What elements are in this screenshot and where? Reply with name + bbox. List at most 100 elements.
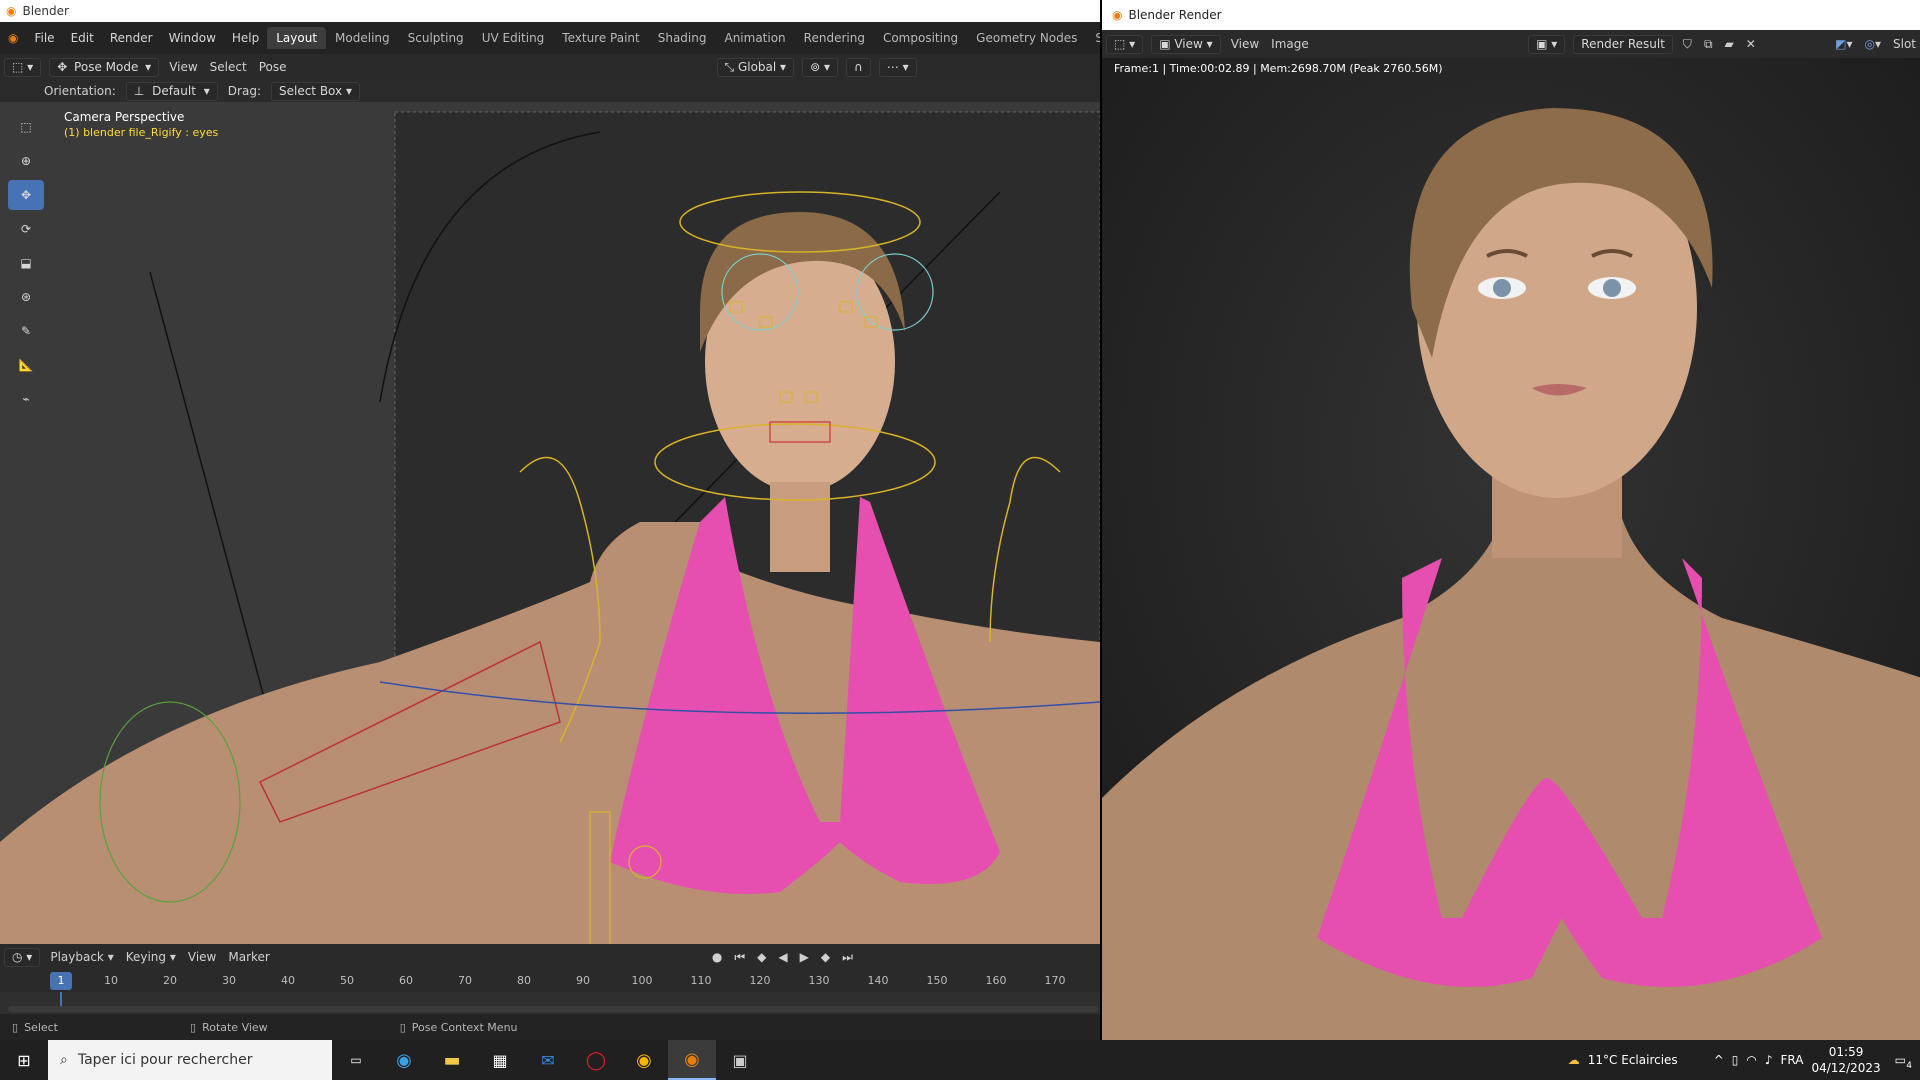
menu-help[interactable]: Help [224, 31, 267, 45]
blender-taskbar-button[interactable]: ◉ [668, 1040, 716, 1080]
playback-menu[interactable]: Playback ▾ [44, 950, 119, 964]
jump-end-icon: ⏭ [842, 949, 853, 964]
tab-animation[interactable]: Animation [715, 27, 794, 49]
cursor-tool[interactable]: ⊕ [8, 146, 44, 176]
marker-menu[interactable]: Marker [222, 950, 275, 964]
scale-tool[interactable]: ⬓ [8, 248, 44, 278]
jump-start-button[interactable]: ⏮ [728, 950, 751, 965]
scopes-button[interactable]: ◩▾ [1829, 37, 1858, 51]
unlink-image-button[interactable]: ✕ [1740, 37, 1762, 51]
tab-compositing[interactable]: Compositing [874, 27, 967, 49]
timeline-editor-type[interactable]: ◷ ▾ [4, 947, 41, 967]
menu-window[interactable]: Window [161, 31, 224, 45]
image-editor-type[interactable]: ⬚ ▾ [1106, 34, 1144, 54]
keying-menu[interactable]: Keying ▾ [120, 950, 182, 964]
chrome-button[interactable]: ◉ [620, 1040, 668, 1080]
file-explorer-button[interactable]: ▬ [428, 1040, 476, 1080]
menu-view[interactable]: View [163, 60, 203, 74]
snap-options-dropdown[interactable]: ⋯ ▾ [878, 57, 917, 77]
app-taskbar-button[interactable]: ▣ [716, 1040, 764, 1080]
status-context: ▯ Pose Context Menu [388, 1021, 518, 1034]
notifications-button[interactable]: ▭ 4 [1889, 1053, 1912, 1071]
opera-button[interactable]: ◯ [572, 1040, 620, 1080]
play-button[interactable]: ▶ [794, 950, 815, 964]
image-mode-dropdown[interactable]: ▣ View ▾ [1151, 34, 1221, 54]
blender-main-window: ◉ Blender ◉ File Edit Render Window Help… [0, 0, 1177, 1040]
render-result-image[interactable]: Frame:1 | Time:00:02.89 | Mem:2698.70M (… [1102, 58, 1920, 1040]
menu-render[interactable]: Render [102, 31, 161, 45]
record-button[interactable]: ● [706, 950, 728, 964]
weather-text[interactable]: 11°C Eclaircies [1588, 1053, 1678, 1067]
tab-layout[interactable]: Layout [267, 27, 327, 49]
language-indicator[interactable]: FRA [1781, 1053, 1804, 1067]
menu-image[interactable]: Image [1265, 37, 1315, 51]
tab-sculpting[interactable]: Sculpting [399, 27, 473, 49]
new-image-button[interactable]: ⧉ [1698, 37, 1719, 52]
tab-shading[interactable]: Shading [649, 27, 716, 49]
timeline[interactable]: 1 10 20 30 40 50 60 70 80 90 100 110 120… [0, 970, 1100, 1014]
tab-rendering[interactable]: Rendering [795, 27, 874, 49]
playhead-line [60, 992, 62, 1006]
menu-view[interactable]: View [1225, 37, 1265, 51]
menu-pose[interactable]: Pose [253, 60, 293, 74]
tab-uv-editing[interactable]: UV Editing [473, 27, 554, 49]
folder-icon: ▬ [443, 1049, 461, 1071]
task-view-button[interactable]: ▭ [332, 1040, 380, 1080]
transform-tool[interactable]: ⊛ [8, 282, 44, 312]
select-box-tool[interactable]: ⬚ [8, 112, 44, 142]
jump-end-button[interactable]: ⏭ [836, 950, 859, 965]
tab-modeling[interactable]: Modeling [326, 27, 399, 49]
frame-ruler[interactable]: 1 10 20 30 40 50 60 70 80 90 100 110 120… [0, 970, 1100, 992]
chevron-up-icon[interactable]: ^ [1714, 1053, 1724, 1067]
image-browse-dropdown[interactable]: ▣ ▾ [1528, 34, 1566, 54]
frame-tick: 120 [749, 974, 771, 987]
menu-select[interactable]: Select [204, 60, 253, 74]
overlay-button[interactable]: ◎▾ [1858, 37, 1887, 51]
annotate-tool[interactable]: ✎ [8, 316, 44, 346]
mail-button[interactable]: ✉ [524, 1040, 572, 1080]
slot-label[interactable]: Slot [1887, 37, 1920, 51]
menu-edit[interactable]: Edit [63, 31, 102, 45]
next-keyframe-button[interactable]: ◆ [815, 950, 836, 964]
timeline-view-menu[interactable]: View [182, 950, 222, 964]
drag-dropdown[interactable]: Select Box ▾ [270, 81, 360, 101]
current-frame-indicator[interactable]: 1 [50, 972, 72, 990]
render-result-field[interactable]: Render Result [1573, 34, 1673, 54]
prev-keyframe-button[interactable]: ◆ [751, 950, 772, 964]
play-reverse-button[interactable]: ◀ [772, 950, 793, 964]
bone-tool[interactable]: ⌁ [8, 384, 44, 414]
blender-icon: ◉ [684, 1048, 700, 1070]
tab-texture-paint[interactable]: Texture Paint [553, 27, 648, 49]
3d-viewport[interactable]: ⬚ ⊕ ✥ ⟳ ⬓ ⊛ ✎ 📐 ⌁ Camera Perspective (1)… [0, 102, 1100, 944]
rotate-tool[interactable]: ⟳ [8, 214, 44, 244]
transform-orientation-dropdown[interactable]: ⤡ Global ▾ [716, 57, 795, 77]
render-titlebar: ◉ Blender Render [1102, 0, 1920, 30]
clock[interactable]: 01:59 04/12/2023 [1811, 1044, 1880, 1076]
mouse-right-icon: ▯ [399, 1020, 406, 1034]
snap-toggle[interactable]: ∩ [845, 57, 871, 77]
device-icon[interactable]: ▯ [1732, 1053, 1739, 1067]
mode-dropdown[interactable]: ✥ Pose Mode ▾ [49, 57, 160, 77]
edge-button[interactable]: ◉ [380, 1040, 428, 1080]
menu-file[interactable]: File [26, 31, 62, 45]
volume-icon[interactable]: ♪ [1765, 1053, 1773, 1067]
pivot-dropdown[interactable]: ⊚ ▾ [802, 57, 838, 77]
timeline-scrollbar[interactable] [8, 1006, 1098, 1012]
wifi-icon[interactable]: ◠ [1746, 1053, 1756, 1067]
status-bar: ▯ Select ▯ Rotate View ▯ Pose Context Menu [0, 1014, 1100, 1040]
start-button[interactable]: ⊞ [0, 1040, 48, 1080]
taskbar-search[interactable]: ⌕ Taper ici pour rechercher [48, 1040, 332, 1080]
orientation-dropdown[interactable]: ⊥ Default ▾ [125, 81, 218, 101]
editor-type-dropdown[interactable]: ⬚ ▾ [4, 57, 42, 77]
measure-tool[interactable]: 📐 [8, 350, 44, 380]
scale-icon: ⬓ [20, 256, 32, 270]
view-mode-label: View [1174, 37, 1203, 51]
window-title: Blender [22, 4, 69, 18]
tab-geometry-nodes[interactable]: Geometry Nodes [967, 27, 1086, 49]
blender-menu-icon[interactable]: ◉ [0, 31, 26, 45]
move-tool[interactable]: ✥ [8, 180, 44, 210]
fake-user-button[interactable]: ⛉ [1677, 37, 1698, 52]
store-button[interactable]: ▦ [476, 1040, 524, 1080]
rendered-character [1102, 58, 1920, 1040]
open-image-button[interactable]: ▰ [1719, 37, 1740, 51]
